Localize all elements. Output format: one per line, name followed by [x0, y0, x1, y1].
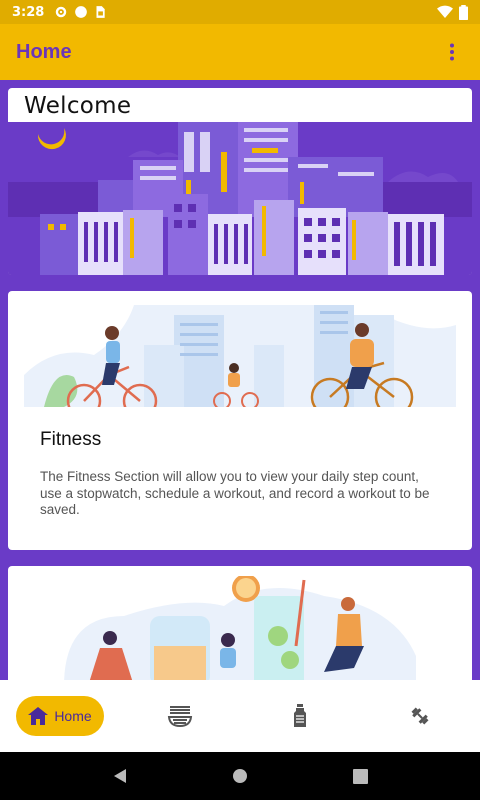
nav-item-food[interactable]	[120, 680, 240, 752]
welcome-card[interactable]: Welcome	[8, 88, 472, 275]
back-icon[interactable]	[112, 768, 128, 784]
ramen-bowl-icon	[167, 706, 193, 728]
home-circle-icon[interactable]	[232, 768, 248, 784]
nav-home-pill[interactable]: Home	[16, 696, 104, 736]
fitness-title: Fitness	[40, 429, 102, 450]
status-right-icons	[437, 4, 468, 20]
welcome-title: Welcome	[24, 93, 132, 119]
home-content[interactable]: Welcome Fitness The Fitness Section will…	[0, 80, 480, 680]
system-navigation-bar	[0, 752, 480, 800]
dumbbell-icon	[411, 707, 429, 725]
drinks-illustration	[64, 576, 416, 680]
nav-home-label: Home	[54, 708, 92, 724]
more-vert-icon[interactable]	[440, 40, 464, 64]
city-skyline-illustration	[8, 122, 472, 275]
app-bar: Home	[0, 24, 480, 80]
nav-item-water[interactable]	[240, 680, 360, 752]
cycling-illustration	[24, 305, 456, 407]
water-bottle-icon	[294, 704, 306, 727]
fitness-description: The Fitness Section will allow you to vi…	[40, 469, 430, 517]
circle-icon	[75, 6, 88, 18]
status-left-icons	[54, 5, 106, 19]
sim-card-icon	[96, 6, 106, 18]
nav-item-home[interactable]: Home	[0, 680, 120, 752]
wifi-icon	[437, 5, 453, 19]
recents-icon[interactable]	[352, 768, 368, 784]
nutrition-card[interactable]	[8, 566, 472, 680]
fitness-card[interactable]: Fitness The Fitness Section will allow y…	[8, 291, 472, 550]
home-icon	[28, 707, 49, 725]
bottom-navigation: Home	[0, 680, 480, 752]
status-time: 3:28	[12, 4, 45, 20]
settings-icon	[56, 6, 67, 18]
nav-item-workout[interactable]	[360, 680, 480, 752]
battery-icon	[459, 4, 468, 20]
status-bar: 3:28	[0, 0, 480, 24]
page-title: Home	[16, 40, 72, 63]
